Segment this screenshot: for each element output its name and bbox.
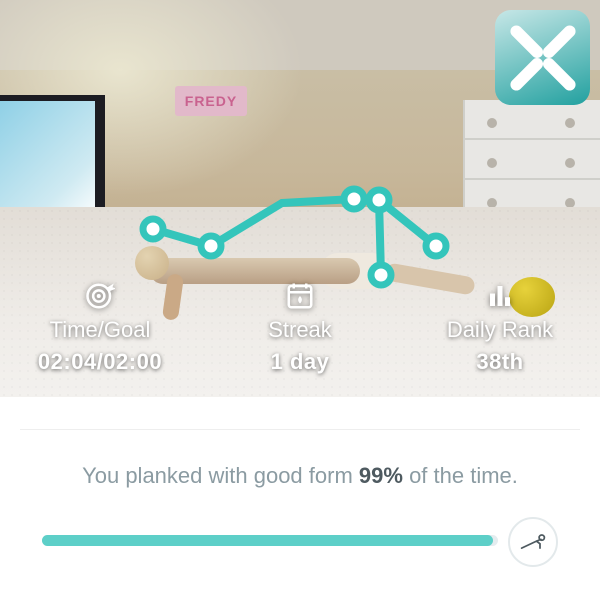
form-feedback-card: You planked with good form 99% of the ti… <box>20 429 580 563</box>
plank-icon-badge <box>508 517 558 567</box>
stat-rank-label: Daily Rank <box>447 317 553 343</box>
stats-bar: Time/Goal 02:04/02:00 Streak 1 day Daily… <box>0 281 600 375</box>
stat-daily-rank: Daily Rank 38th <box>400 281 600 375</box>
plank-icon <box>519 531 547 553</box>
bar-chart-icon <box>485 281 515 311</box>
stat-time-goal-label: Time/Goal <box>50 317 151 343</box>
form-feedback-percent: 99% <box>359 463 403 488</box>
logo-x-icon <box>506 21 580 95</box>
stat-streak-label: Streak <box>268 317 332 343</box>
form-progress <box>42 517 558 563</box>
app-logo[interactable] <box>495 10 590 105</box>
workout-video-frame: FREDY Time/Goal <box>0 0 600 397</box>
form-feedback-suffix: of the time. <box>403 463 518 488</box>
progress-fill <box>42 535 493 546</box>
calendar-flame-icon <box>285 281 315 311</box>
form-feedback-prefix: You planked with good form <box>82 463 359 488</box>
stat-time-goal-value: 02:04/02:00 <box>38 349 162 375</box>
stat-streak-value: 1 day <box>271 349 330 375</box>
stat-time-goal: Time/Goal 02:04/02:00 <box>0 281 200 375</box>
stat-streak: Streak 1 day <box>200 281 400 375</box>
target-icon <box>85 281 115 311</box>
stat-rank-value: 38th <box>476 349 523 375</box>
form-feedback-text: You planked with good form 99% of the ti… <box>34 458 566 493</box>
